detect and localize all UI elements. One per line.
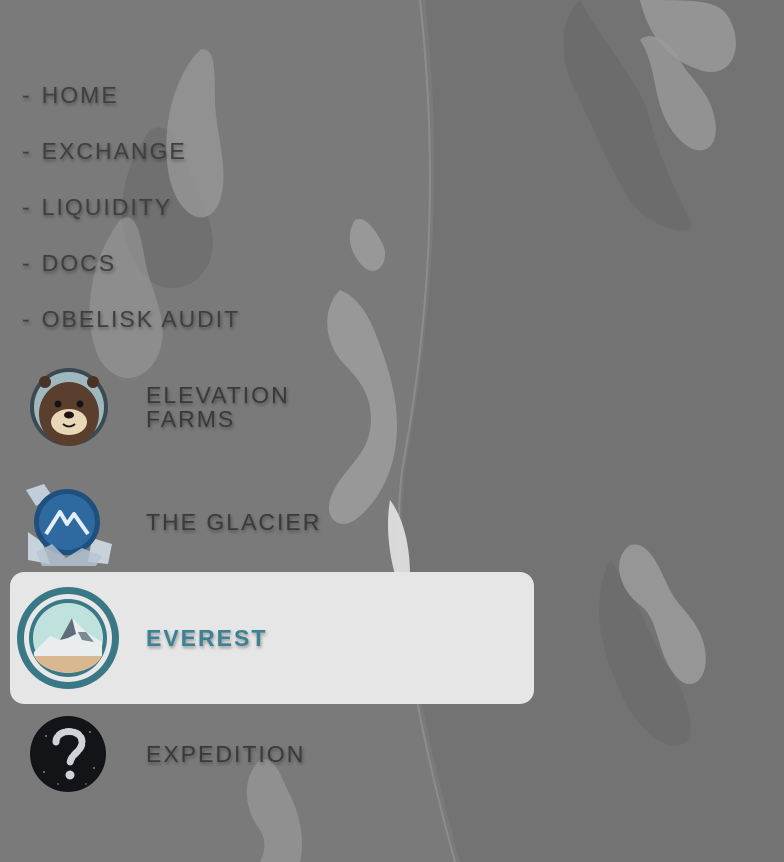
mystery-question-icon [30, 716, 106, 792]
nav-label: DOCS [41, 250, 117, 276]
card-elevation-farms[interactable]: ELEVATION FARMS [0, 350, 540, 466]
everest-mountain-icon [17, 587, 119, 689]
card-label: ELEVATION FARMS [146, 382, 290, 432]
card-label: THE GLACIER [146, 509, 322, 535]
nav-dash: - [22, 306, 32, 332]
card-label: EVEREST [146, 625, 268, 651]
nav-dash: - [22, 82, 32, 108]
nav-link-obelisk-audit[interactable]: - OBELISK AUDIT [22, 306, 240, 336]
nav-label: HOME [41, 82, 119, 108]
nav-dash: - [22, 250, 32, 276]
card-everest[interactable]: EVEREST [10, 572, 534, 704]
nav-dash: - [22, 138, 32, 164]
card-the-glacier[interactable]: THE GLACIER [0, 466, 540, 582]
nav-label: EXCHANGE [41, 138, 187, 164]
card-expedition[interactable]: EXPEDITION [0, 698, 540, 814]
card-label: EXPEDITION [146, 741, 306, 767]
nav-link-docs[interactable]: - DOCS [22, 250, 116, 280]
nav-label: OBELISK AUDIT [41, 306, 241, 332]
nav-link-liquidity[interactable]: - LIQUIDITY [22, 194, 172, 224]
nav-link-home[interactable]: - HOME [22, 82, 119, 112]
glacier-icon [26, 484, 112, 566]
otter-icon [30, 368, 108, 446]
nav-dash: - [22, 194, 32, 220]
nav-label: LIQUIDITY [41, 194, 173, 220]
nav-link-exchange[interactable]: - EXCHANGE [22, 138, 187, 168]
